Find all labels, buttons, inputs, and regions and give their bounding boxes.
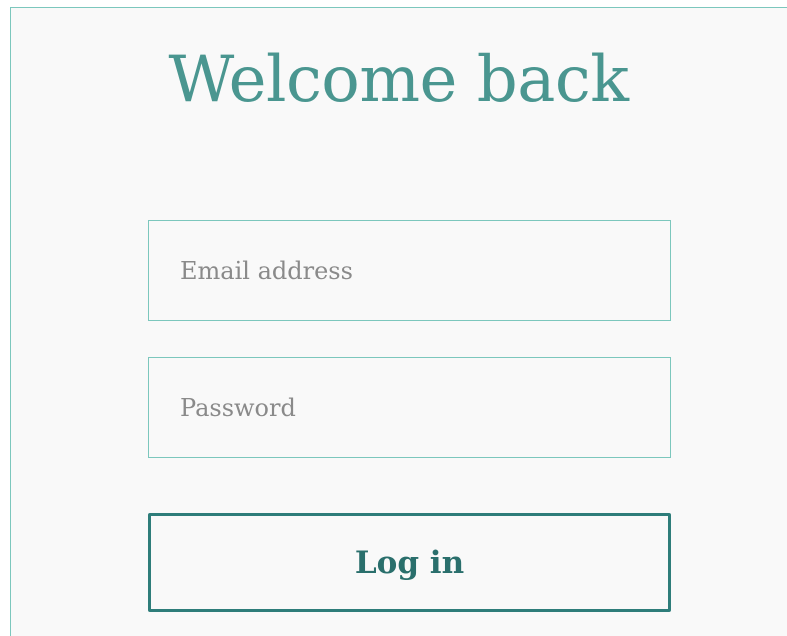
login-button[interactable]: Log in (148, 513, 671, 612)
email-field[interactable] (149, 221, 670, 320)
password-field[interactable] (149, 358, 670, 457)
email-field-wrapper (148, 220, 671, 321)
password-field-wrapper (148, 357, 671, 458)
page-title: Welcome back (168, 43, 629, 117)
